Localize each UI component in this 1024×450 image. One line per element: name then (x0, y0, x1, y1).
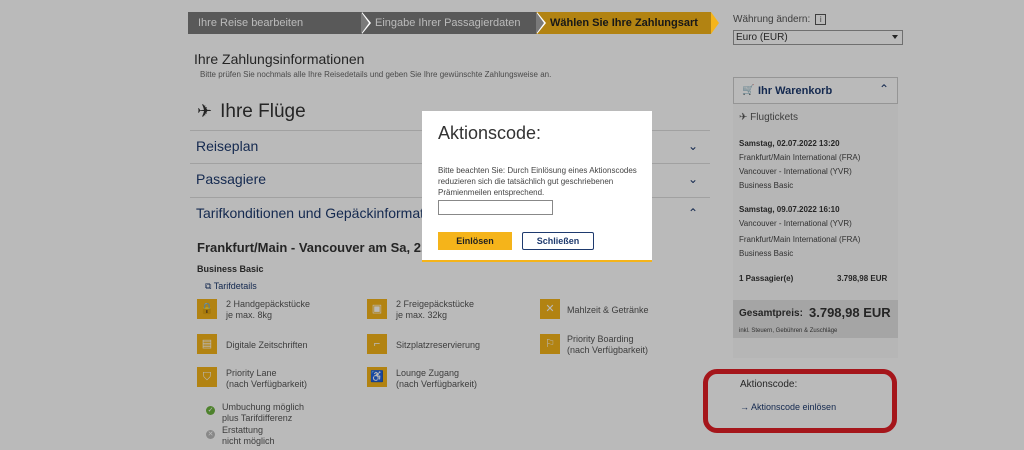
booking-page: Ihre Reise bearbeiten Eingabe Ihrer Pass… (0, 0, 1024, 450)
promo-code-modal: Aktionscode: Bitte beachten Sie: Durch E… (422, 111, 652, 262)
modal-title: Aktionscode: (438, 123, 542, 143)
modal-accent-bar (422, 260, 652, 262)
redeem-button[interactable]: Einlösen (438, 232, 512, 250)
close-button[interactable]: Schließen (522, 232, 594, 250)
promo-code-input[interactable] (438, 200, 553, 215)
modal-text: Bitte beachten Sie: Durch Einlösung eine… (438, 166, 637, 197)
